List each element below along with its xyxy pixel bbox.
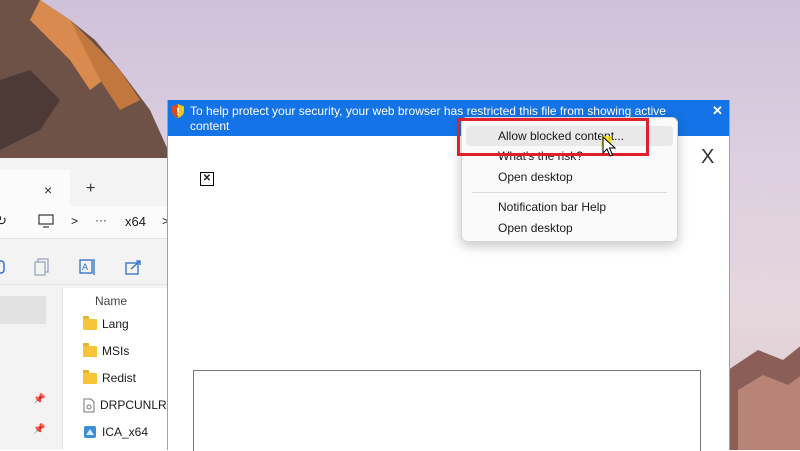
refresh-icon[interactable]: ↻: [0, 213, 7, 229]
list-item[interactable]: Lang: [83, 314, 129, 334]
breadcrumb-folder[interactable]: x64: [125, 214, 146, 229]
explorer-toolbar: A: [0, 250, 168, 285]
rename-icon[interactable]: A: [79, 258, 97, 276]
cut-icon[interactable]: [0, 259, 6, 275]
file-name: Lang: [102, 317, 129, 331]
list-item[interactable]: MSIs: [83, 341, 129, 361]
folder-icon: [83, 342, 97, 357]
file-name: MSIs: [102, 344, 130, 358]
folder-icon: [83, 369, 97, 384]
dialog-close-button[interactable]: X: [701, 146, 714, 169]
navigation-selected-item[interactable]: [0, 296, 46, 324]
mouse-pointer-icon: [601, 136, 617, 157]
address-bar[interactable]: ↻ > ··· x64 >: [0, 206, 169, 239]
copy-icon[interactable]: [34, 258, 50, 276]
shield-warning-icon: [172, 104, 184, 118]
menu-item-open-desktop[interactable]: Open desktop: [466, 167, 673, 187]
breadcrumb-more-button[interactable]: ···: [95, 213, 107, 227]
monitor-icon[interactable]: [38, 214, 54, 228]
menu-separator: [472, 192, 667, 193]
column-header-name[interactable]: Name: [95, 294, 127, 308]
list-item[interactable]: DRPCUNLR.c: [83, 395, 176, 415]
breadcrumb-separator: >: [71, 214, 79, 228]
folder-icon: [83, 315, 97, 330]
content-frame: [193, 370, 701, 451]
svg-text:A: A: [82, 262, 88, 272]
file-name: DRPCUNLR.c: [100, 398, 177, 412]
file-icon: [83, 398, 95, 412]
new-tab-button[interactable]: +: [86, 180, 95, 198]
menu-item-open-desktop-2[interactable]: Open desktop: [466, 218, 673, 238]
pin-icon[interactable]: 📌: [33, 394, 45, 405]
menu-item-notification-bar-help[interactable]: Notification bar Help: [466, 197, 673, 217]
mountain-right: [728, 346, 800, 450]
explorer-tab[interactable]: ×: [0, 170, 70, 206]
notification-close-icon[interactable]: ✕: [712, 103, 723, 118]
broken-image-icon: ✕: [200, 172, 214, 186]
pin-icon-2[interactable]: 📌: [33, 424, 45, 435]
explorer-tab-bar: × +: [0, 166, 168, 206]
file-list: Name Lang MSIs Redist DRPCUNLR.c ICA_x64: [62, 288, 176, 450]
list-item[interactable]: Redist: [83, 368, 136, 388]
share-icon[interactable]: [125, 258, 143, 276]
mountain-left: [0, 0, 168, 160]
tab-close-icon[interactable]: ×: [44, 182, 52, 198]
file-explorer-window: × + ↻ > ··· x64 > A 📌 📌 Name Lang MSIs R…: [0, 158, 176, 450]
app-icon: [84, 426, 96, 438]
list-item[interactable]: ICA_x64: [83, 422, 148, 442]
file-name: ICA_x64: [102, 425, 149, 439]
file-name: Redist: [102, 371, 137, 385]
